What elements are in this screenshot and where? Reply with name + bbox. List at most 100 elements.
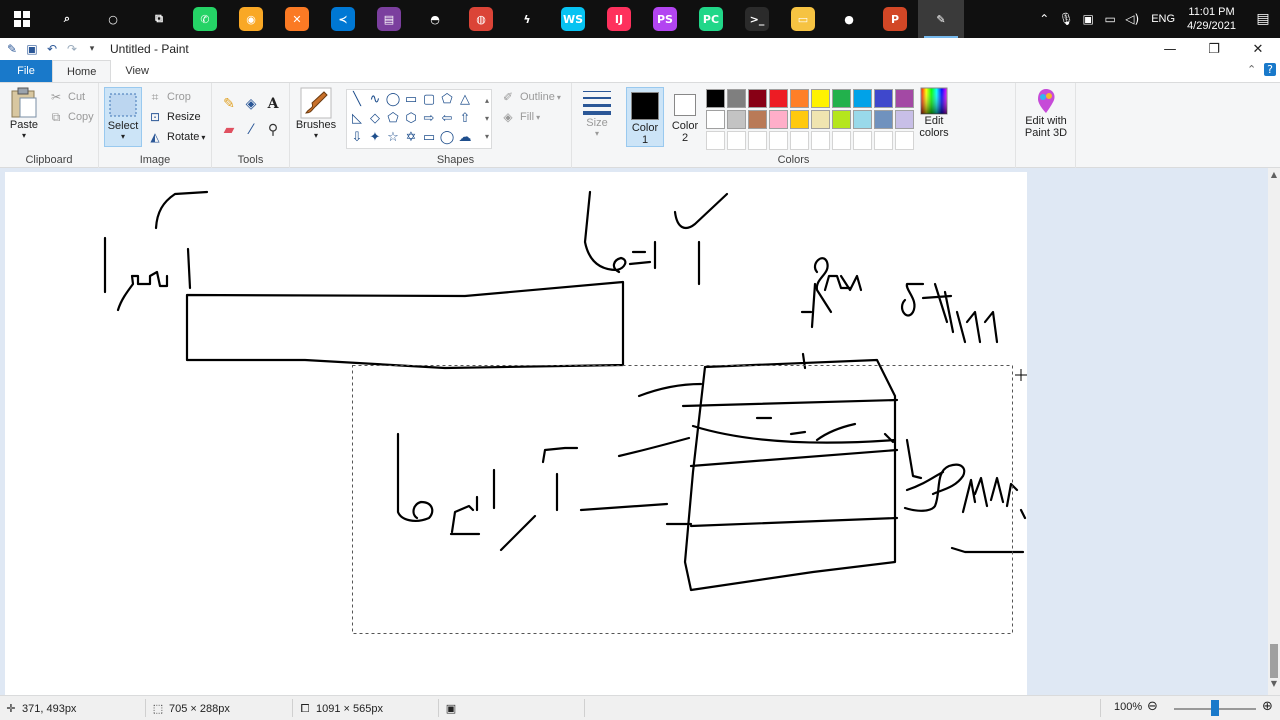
cut-button[interactable]: ✂ Cut [48,87,85,107]
taskbar-app[interactable]: ϟ [504,0,550,38]
taskbar-app[interactable]: ≺ [320,0,366,38]
color-picker-icon[interactable]: ⁄ [240,119,262,141]
palette-color-swatch[interactable] [706,89,725,108]
palette-empty-swatch[interactable] [790,131,809,150]
palette-color-swatch[interactable] [748,89,767,108]
curve-shape-icon[interactable]: ∿ [366,91,384,109]
palette-empty-swatch[interactable] [727,131,746,150]
palette-color-swatch[interactable] [811,89,830,108]
pentagon-shape-icon[interactable]: ⬠ [384,110,402,128]
palette-color-swatch[interactable] [790,89,809,108]
tab-view[interactable]: View [111,60,163,82]
palette-empty-swatch[interactable] [832,131,851,150]
palette-color-swatch[interactable] [895,89,914,108]
palette-empty-swatch[interactable] [811,131,830,150]
notification-icon[interactable]: ▤ [1246,11,1280,27]
scroll-thumb[interactable] [1270,644,1278,678]
right-triangle-shape-icon[interactable]: ◺ [348,110,366,128]
palette-color-swatch[interactable] [832,110,851,129]
redo-icon[interactable]: ↷ [62,42,82,56]
cloud-callout-shape-icon[interactable]: ☁ [456,129,474,147]
palette-color-swatch[interactable] [895,110,914,129]
palette-empty-swatch[interactable] [748,131,767,150]
copy-button[interactable]: ⧉ Copy [48,107,94,127]
six-point-star-shape-icon[interactable]: ✡ [402,129,420,147]
outline-button[interactable]: ✐ Outline ▾ [500,87,561,107]
taskbar-app[interactable]: ⌕ [44,0,90,38]
rectangle-shape-icon[interactable]: ▭ [402,91,420,109]
rotate-button[interactable]: ◭ Rotate ▾ [147,127,205,147]
palette-color-swatch[interactable] [727,89,746,108]
triangle-shape-icon[interactable]: △ [456,91,474,109]
hexagon-shape-icon[interactable]: ⬡ [402,110,420,128]
palette-empty-swatch[interactable] [895,131,914,150]
scroll-down-icon[interactable]: ▼ [1268,679,1280,693]
palette-color-swatch[interactable] [874,110,893,129]
network-icon[interactable]: ▣ [1077,12,1099,26]
brushes-button[interactable]: Brushes ▾ [294,87,338,140]
fill-button[interactable]: ◈ Fill ▾ [500,107,540,127]
customize-qat-icon[interactable]: ▾ [82,44,102,54]
palette-color-swatch[interactable] [832,89,851,108]
close-button[interactable]: ✕ [1236,38,1280,60]
oval-shape-icon[interactable]: ◯ [384,91,402,109]
up-arrow-shape-icon[interactable]: ⇧ [456,110,474,128]
callout-oval-shape-icon[interactable]: ◯ [438,129,456,147]
palette-color-swatch[interactable] [706,110,725,129]
palette-color-swatch[interactable] [853,89,872,108]
scroll-up-icon[interactable]: ▲ [1268,170,1280,184]
rounded-rectangle-shape-icon[interactable]: ▢ [420,91,438,109]
taskbar-app[interactable]: PS [642,0,688,38]
callout-rect-shape-icon[interactable]: ▭ [420,129,438,147]
language-indicator[interactable]: ENG [1151,13,1175,25]
diamond-shape-icon[interactable]: ◇ [366,110,384,128]
palette-color-swatch[interactable] [790,110,809,129]
taskbar-app[interactable]: ● [826,0,872,38]
palette-empty-swatch[interactable] [874,131,893,150]
palette-empty-swatch[interactable] [769,131,788,150]
pencil-icon[interactable]: ✎ [218,93,240,115]
paste-button[interactable]: Paste ▾ [6,87,42,140]
zoom-in-icon[interactable]: ⊕ [1262,699,1273,714]
color2-selector[interactable]: Color 2 [666,87,704,147]
drawing-canvas[interactable] [5,172,1027,695]
palette-color-swatch[interactable] [811,110,830,129]
four-point-star-shape-icon[interactable]: ✦ [366,129,384,147]
line-shape-icon[interactable]: ╲ [348,91,366,109]
taskbar-app[interactable]: ○ [90,0,136,38]
zoom-out-icon[interactable]: ⊖ [1147,699,1158,714]
palette-color-swatch[interactable] [769,110,788,129]
resize-button[interactable]: ⊡ Resize [147,107,201,127]
eraser-icon[interactable]: ▰ [218,119,240,141]
taskbar-app[interactable]: ▤ [366,0,412,38]
palette-color-swatch[interactable] [874,89,893,108]
clock[interactable]: 11:01 PM 4/29/2021 [1187,5,1236,33]
palette-color-swatch[interactable] [769,89,788,108]
collapse-ribbon-icon[interactable]: ⌃ [1247,63,1256,76]
tab-file[interactable]: File [0,60,52,82]
taskbar-app[interactable]: P [872,0,918,38]
taskbar-app[interactable]: ✎ [918,0,964,38]
taskbar-app[interactable]: ✆ [182,0,228,38]
magnifier-icon[interactable]: ⚲ [262,119,284,141]
crop-button[interactable]: ⌗ Crop [147,87,191,107]
select-button[interactable]: Select ▾ [104,87,142,147]
palette-color-swatch[interactable] [727,110,746,129]
vertical-scrollbar[interactable]: ▲ ▼ [1268,168,1280,695]
save-icon[interactable]: ▣ [22,42,42,56]
down-arrow-shape-icon[interactable]: ⇩ [348,129,366,147]
zoom-slider-thumb[interactable] [1211,700,1219,716]
palette-empty-swatch[interactable] [853,131,872,150]
right-arrow-shape-icon[interactable]: ⇨ [420,110,438,128]
display-icon[interactable]: ▭ [1099,12,1121,26]
restore-button[interactable]: ❐ [1192,38,1236,60]
size-button[interactable]: Size ▾ [578,87,616,138]
chevron-up-icon[interactable]: ⌃ [1033,12,1055,26]
taskbar-app[interactable]: >_ [734,0,780,38]
volume-icon[interactable]: ◁) [1121,12,1143,26]
taskbar-app[interactable]: PC [688,0,734,38]
paint-app-icon[interactable]: ✎ [2,42,22,56]
help-icon[interactable]: ? [1264,63,1276,76]
taskbar-app[interactable]: ◓ [412,0,458,38]
five-point-star-shape-icon[interactable]: ☆ [384,129,402,147]
